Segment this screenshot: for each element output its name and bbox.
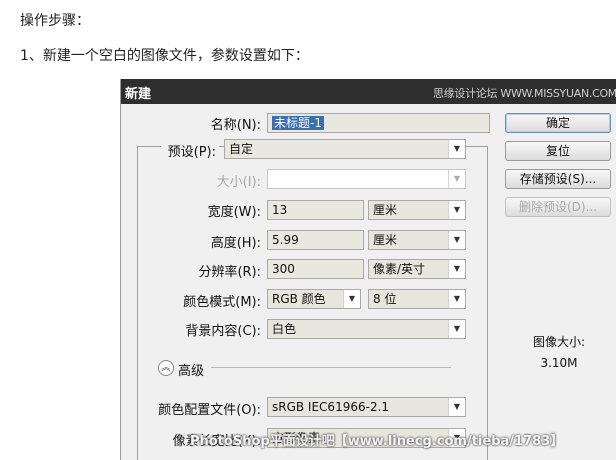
chevron-down-icon: ▼: [448, 201, 465, 219]
height-input-text: 5.99: [272, 233, 299, 247]
width-input-text: 13: [272, 203, 288, 217]
chevron-down-icon: ▼: [448, 140, 465, 158]
height-input[interactable]: 5.99: [267, 230, 364, 250]
resolution-unit-select[interactable]: 像素/英寸 ▼: [368, 259, 466, 279]
color-profile-select[interactable]: sRGB IEC61966-2.1 ▼: [267, 397, 466, 417]
color-mode-value: RGB 颜色: [272, 292, 326, 306]
preset-label: 预设(P):: [164, 141, 219, 160]
chevron-down-icon: ▼: [448, 398, 465, 416]
article-heading: 操作步骤：: [20, 13, 90, 29]
dialog-titlebar[interactable]: 新建 思缘设计论坛 WWW.MISSYUAN.COM: [121, 79, 616, 104]
background-label: 背景内容(C):: [185, 324, 261, 339]
width-label: 宽度(W):: [207, 205, 261, 220]
chevron-down-icon: ▼: [343, 290, 360, 308]
height-label: 高度(H):: [210, 236, 261, 251]
width-unit-select[interactable]: 厘米 ▼: [368, 200, 466, 220]
delete-preset-button: 删除预设(D)...: [505, 197, 611, 217]
advanced-toggle-icon[interactable]: ︽: [158, 360, 174, 376]
width-input[interactable]: 13: [267, 200, 364, 220]
bit-depth-select[interactable]: 8 位 ▼: [368, 289, 466, 309]
new-document-dialog: 新建 思缘设计论坛 WWW.MISSYUAN.COM 名称(N): 未标题-1 …: [120, 79, 616, 460]
dialog-title: 新建: [125, 87, 152, 102]
background-value: 白色: [272, 322, 297, 336]
resolution-unit-value: 像素/英寸: [373, 262, 426, 276]
chevron-down-icon: ▼: [448, 231, 465, 249]
color-profile-value: sRGB IEC61966-2.1: [272, 400, 390, 414]
chevron-down-icon: ▼: [448, 290, 465, 308]
name-input[interactable]: 未标题-1: [267, 113, 490, 133]
article-step-1: 1、新建一个空白的图像文件，参数设置如下：: [20, 48, 309, 64]
watermark-top: 思缘设计论坛 WWW.MISSYUAN.COM: [432, 87, 616, 100]
ok-button[interactable]: 确定: [505, 113, 611, 133]
chevron-down-icon: ▼: [448, 320, 465, 338]
save-preset-button[interactable]: 存储预设(S)...: [505, 169, 611, 189]
resolution-label: 分辨率(R):: [198, 265, 261, 280]
image-size-value: 3.10M: [540, 356, 578, 370]
background-select[interactable]: 白色 ▼: [267, 319, 466, 339]
advanced-label: 高级: [178, 364, 205, 379]
color-mode-select[interactable]: RGB 颜色 ▼: [267, 289, 361, 309]
reset-button[interactable]: 复位: [505, 141, 611, 161]
height-unit-select[interactable]: 厘米 ▼: [368, 230, 466, 250]
preset-select-value: 自定: [229, 142, 254, 156]
name-input-text: 未标题-1: [272, 116, 324, 130]
name-label: 名称(N):: [210, 118, 261, 133]
chevron-down-icon: ▼: [448, 170, 465, 188]
size-select: ▼: [267, 169, 466, 189]
chevron-down-icon: ▼: [448, 260, 465, 278]
color-profile-label: 颜色配置文件(O):: [158, 403, 261, 418]
resolution-input-text: 300: [272, 262, 295, 276]
bit-depth-value: 8 位: [373, 292, 397, 306]
color-mode-label: 颜色模式(M):: [183, 295, 261, 310]
width-unit-value: 厘米: [373, 203, 398, 217]
image-size-label: 图像大小:: [532, 335, 586, 349]
preset-select[interactable]: 自定 ▼: [224, 139, 466, 159]
resolution-input[interactable]: 300: [267, 259, 364, 279]
watermark-bottom: PhotoShop平面设计吧【www.linecg.com/tieba/1783…: [190, 434, 564, 449]
advanced-divider: [211, 367, 451, 368]
size-label: 大小(I):: [216, 175, 261, 190]
height-unit-value: 厘米: [373, 233, 398, 247]
